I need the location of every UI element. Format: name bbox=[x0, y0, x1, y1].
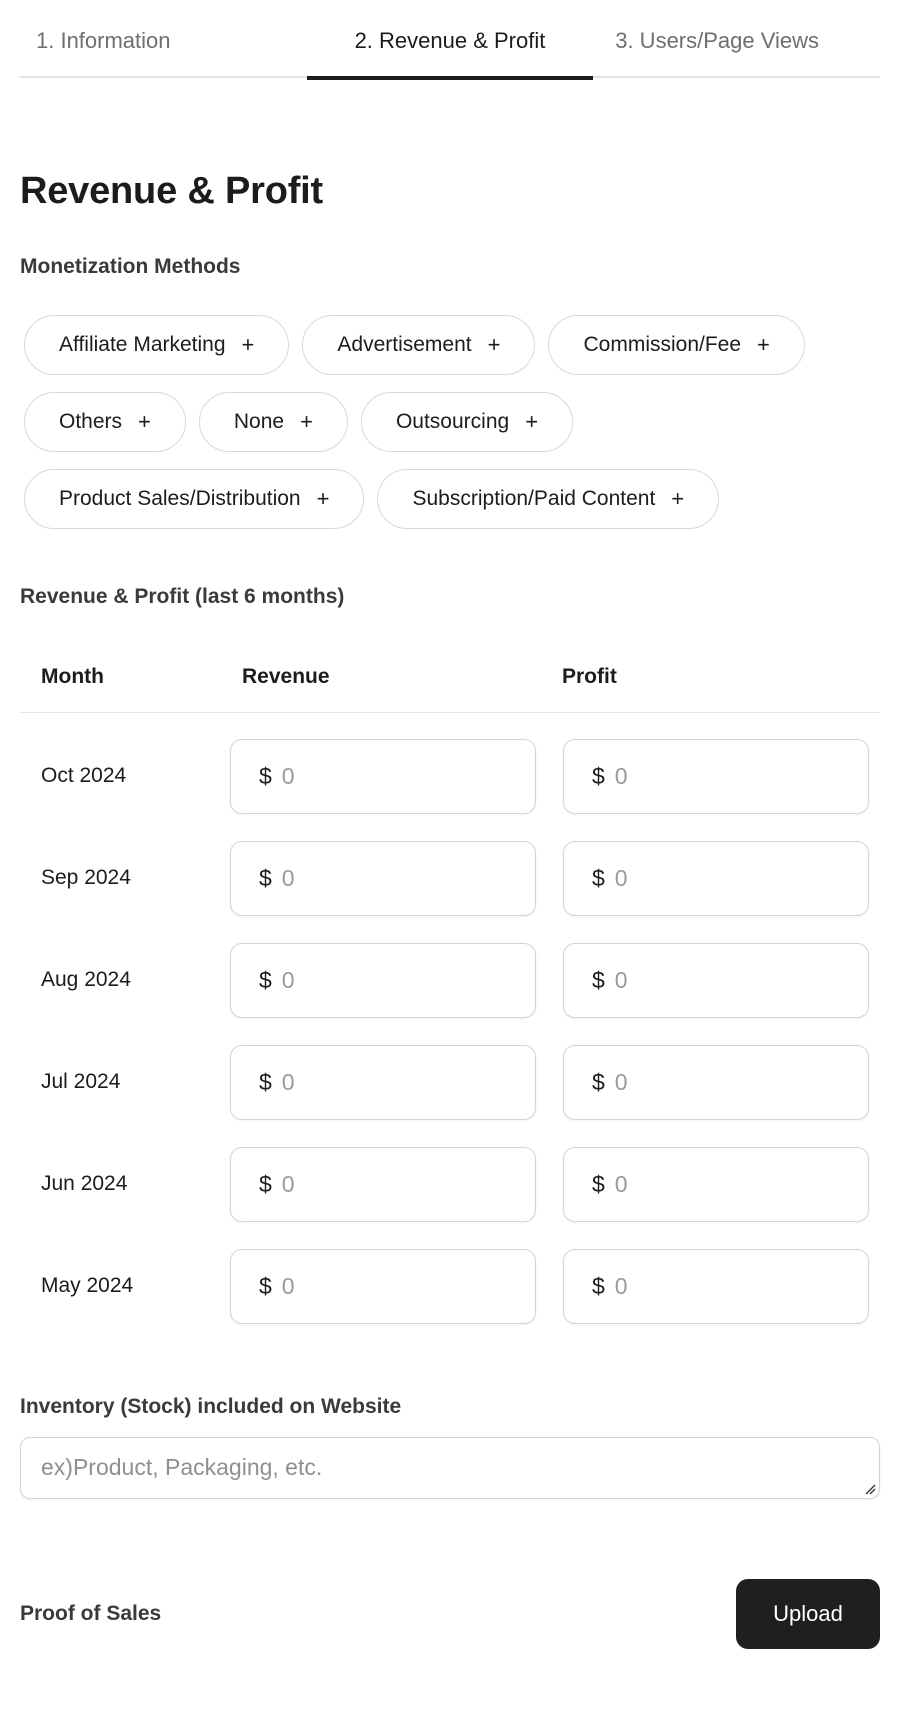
column-header-month: Month bbox=[41, 665, 104, 688]
profit-field[interactable] bbox=[614, 966, 835, 994]
chip-label: Subscription/Paid Content bbox=[412, 487, 656, 510]
profit-input[interactable]: $ bbox=[563, 840, 869, 916]
revenue-input[interactable]: $ bbox=[230, 942, 536, 1018]
table-row: Jul 2024 $ $ bbox=[20, 1031, 880, 1133]
plus-icon: + bbox=[757, 332, 770, 357]
revenue-input[interactable]: $ bbox=[230, 738, 536, 814]
plus-icon: + bbox=[525, 409, 539, 434]
revenue-table-header: Month Revenue Profit bbox=[20, 665, 880, 713]
table-row: Oct 2024 $ $ bbox=[20, 725, 880, 827]
column-header-revenue: Revenue bbox=[242, 665, 330, 688]
inventory-textarea[interactable] bbox=[21, 1438, 879, 1498]
chip-label: None bbox=[233, 410, 285, 433]
profit-input[interactable]: $ bbox=[563, 738, 869, 814]
chip-label: Affiliate Marketing bbox=[59, 333, 226, 356]
chip-label: Outsourcing bbox=[395, 410, 510, 433]
dollar-icon: $ bbox=[259, 1068, 272, 1095]
month-cell: Aug 2024 bbox=[41, 968, 131, 991]
chip-product-sales-distribution[interactable]: Product Sales/Distribution + bbox=[24, 469, 365, 529]
upload-button[interactable]: Upload bbox=[736, 1579, 880, 1649]
monetization-methods-label: Monetization Methods bbox=[20, 255, 241, 278]
month-cell: Oct 2024 bbox=[41, 764, 127, 787]
revenue-table-body: Oct 2024 $ $ Sep 2024 $ $ Aug 2024 bbox=[20, 725, 880, 1337]
chip-subscription-paid-content[interactable]: Subscription/Paid Content + bbox=[377, 469, 720, 529]
dollar-icon: $ bbox=[592, 966, 605, 993]
plus-icon: + bbox=[316, 486, 330, 511]
revenue-input[interactable]: $ bbox=[230, 840, 536, 916]
revenue-field[interactable] bbox=[281, 1068, 502, 1096]
chip-none[interactable]: None + bbox=[198, 392, 348, 452]
inventory-label: Inventory (Stock) included on Website bbox=[20, 1395, 402, 1418]
resize-handle-icon[interactable] bbox=[864, 1483, 876, 1495]
page-title: Revenue & Profit bbox=[20, 170, 323, 212]
revenue-input[interactable]: $ bbox=[230, 1044, 536, 1120]
profit-input[interactable]: $ bbox=[563, 942, 869, 1018]
table-row: Jun 2024 $ $ bbox=[20, 1133, 880, 1235]
profit-input[interactable]: $ bbox=[563, 1146, 869, 1222]
profit-field[interactable] bbox=[614, 864, 835, 892]
revenue-field[interactable] bbox=[281, 762, 502, 790]
chip-label: Product Sales/Distribution bbox=[59, 487, 301, 510]
chip-advertisement[interactable]: Advertisement + bbox=[302, 315, 536, 375]
month-cell: Sep 2024 bbox=[41, 866, 131, 889]
dollar-icon: $ bbox=[259, 1170, 272, 1197]
month-cell: Jul 2024 bbox=[41, 1070, 121, 1093]
plus-icon: + bbox=[138, 409, 151, 434]
table-row: Aug 2024 $ $ bbox=[20, 929, 880, 1031]
proof-of-sales-row: Proof of Sales Upload bbox=[20, 1579, 880, 1649]
step-tabs: 1. Information 2. Revenue & Profit 3. Us… bbox=[20, 0, 880, 80]
month-cell: Jun 2024 bbox=[41, 1172, 128, 1195]
revenue-input[interactable]: $ bbox=[230, 1146, 536, 1222]
revenue-field[interactable] bbox=[281, 1272, 502, 1300]
dollar-icon: $ bbox=[592, 1272, 605, 1299]
chip-outsourcing[interactable]: Outsourcing + bbox=[360, 392, 574, 452]
column-header-profit: Profit bbox=[562, 665, 617, 688]
plus-icon: + bbox=[300, 409, 313, 434]
revenue-profit-label: Revenue & Profit (last 6 months) bbox=[20, 585, 345, 608]
dollar-icon: $ bbox=[259, 864, 272, 891]
profit-input[interactable]: $ bbox=[563, 1248, 869, 1324]
profit-field[interactable] bbox=[614, 1272, 835, 1300]
revenue-field[interactable] bbox=[281, 1170, 502, 1198]
chip-affiliate-marketing[interactable]: Affiliate Marketing + bbox=[24, 315, 290, 375]
dollar-icon: $ bbox=[592, 864, 605, 891]
revenue-profit-page: 1. Information 2. Revenue & Profit 3. Us… bbox=[0, 0, 900, 1711]
profit-field[interactable] bbox=[614, 1170, 835, 1198]
dollar-icon: $ bbox=[259, 966, 272, 993]
revenue-input[interactable]: $ bbox=[230, 1248, 536, 1324]
dollar-icon: $ bbox=[592, 1170, 605, 1197]
chip-label: Commission/Fee bbox=[583, 333, 742, 356]
plus-icon: + bbox=[241, 332, 255, 357]
tab-revenue-profit[interactable]: 2. Revenue & Profit bbox=[306, 0, 594, 80]
plus-icon: + bbox=[487, 332, 501, 357]
proof-of-sales-label: Proof of Sales bbox=[20, 1602, 162, 1625]
revenue-field[interactable] bbox=[281, 864, 502, 892]
month-cell: May 2024 bbox=[41, 1274, 134, 1297]
profit-input[interactable]: $ bbox=[563, 1044, 869, 1120]
inventory-textarea-container bbox=[20, 1437, 880, 1499]
chip-label: Others bbox=[59, 410, 123, 433]
profit-field[interactable] bbox=[614, 762, 835, 790]
tab-information[interactable]: 1. Information bbox=[20, 0, 307, 78]
tab-users-page-views[interactable]: 3. Users/Page Views bbox=[593, 0, 880, 78]
revenue-field[interactable] bbox=[281, 966, 502, 994]
chip-others[interactable]: Others + bbox=[24, 392, 186, 452]
plus-icon: + bbox=[671, 486, 685, 511]
dollar-icon: $ bbox=[259, 762, 272, 789]
chip-label: Advertisement bbox=[337, 333, 472, 356]
profit-field[interactable] bbox=[614, 1068, 835, 1096]
dollar-icon: $ bbox=[592, 1068, 605, 1095]
chip-commission-fee[interactable]: Commission/Fee + bbox=[548, 315, 805, 375]
table-row: May 2024 $ $ bbox=[20, 1235, 880, 1337]
table-row: Sep 2024 $ $ bbox=[20, 827, 880, 929]
dollar-icon: $ bbox=[592, 762, 605, 789]
monetization-chip-list: Affiliate Marketing + Advertisement + Co… bbox=[20, 315, 880, 529]
dollar-icon: $ bbox=[259, 1272, 272, 1299]
